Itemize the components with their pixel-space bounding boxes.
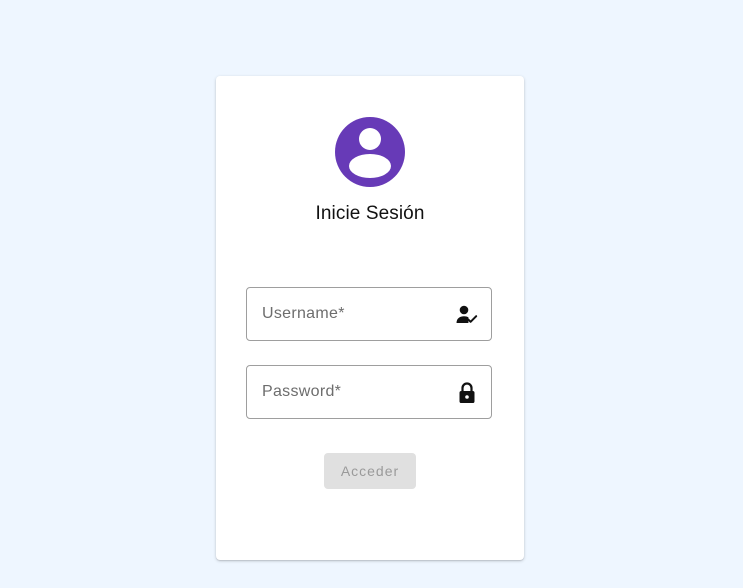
password-field[interactable] [246,365,492,419]
username-field[interactable] [246,287,492,341]
person-check-icon [455,303,479,327]
login-card: Inicie Sesión Acceder [216,76,524,560]
lock-icon [455,381,479,405]
password-input[interactable] [247,366,462,418]
account-circle-icon [335,117,405,187]
login-title: Inicie Sesión [315,203,425,224]
username-input[interactable] [247,288,462,340]
submit-button[interactable]: Acceder [324,453,416,489]
